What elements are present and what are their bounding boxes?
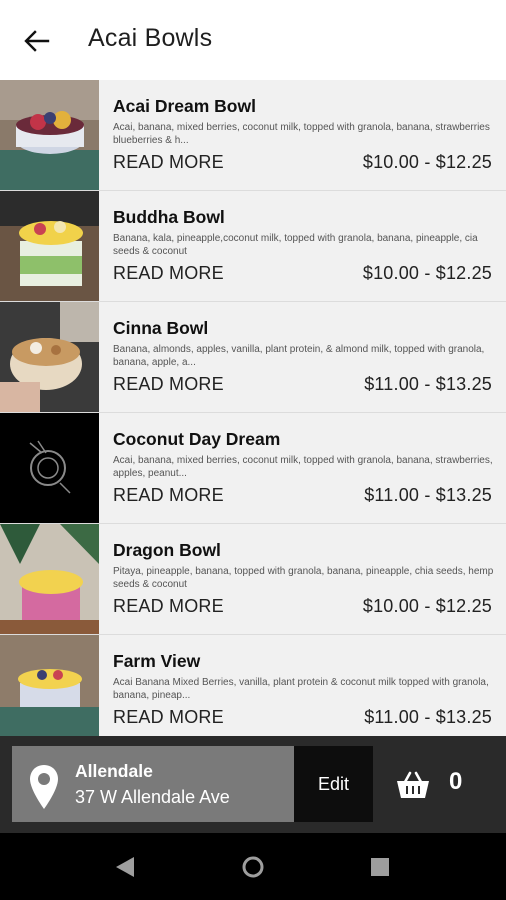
product-description: Acai, banana, mixed berries, coconut mil… (113, 455, 493, 479)
location-pin-icon (30, 765, 58, 809)
read-more-link[interactable]: READ MORE (113, 485, 224, 506)
product-name: Acai Dream Bowl (113, 96, 256, 116)
page-title: Acai Bowls (88, 24, 213, 52)
product-description: Acai, banana, mixed berries, coconut mil… (113, 122, 490, 146)
basket-icon (397, 771, 429, 798)
cart-count: 0 (449, 768, 463, 795)
product-price: $10.00 - $12.25 (362, 152, 492, 172)
product-description: Banana, almonds, apples, vanilla, plant … (113, 344, 485, 368)
product-price: $10.00 - $12.25 (362, 263, 492, 283)
product-price: $11.00 - $13.25 (364, 707, 492, 727)
product-name: Dragon Bowl (113, 540, 221, 560)
system-nav-bar (0, 833, 506, 900)
read-more-link[interactable]: READ MORE (113, 596, 224, 617)
product-image (0, 80, 99, 190)
product-description: Banana, kala, pineapple,coconut milk, to… (113, 233, 478, 257)
list-item[interactable]: Cinna Bowl Banana, almonds, apples, vani… (0, 302, 506, 412)
location-card[interactable]: Allendale 37 W Allendale Ave (12, 746, 294, 822)
product-image (0, 635, 99, 736)
nav-home-icon (242, 856, 264, 878)
nav-back-button[interactable] (111, 853, 139, 881)
location-name: Allendale (75, 761, 153, 781)
product-name: Cinna Bowl (113, 318, 209, 338)
read-more-link[interactable]: READ MORE (113, 374, 224, 395)
arrow-left-icon (24, 30, 50, 52)
list-item[interactable]: Farm View Acai Banana Mixed Berries, van… (0, 635, 506, 736)
read-more-link[interactable]: READ MORE (113, 263, 224, 284)
edit-location-button[interactable]: Edit (294, 746, 373, 822)
product-price: $11.00 - $13.25 (364, 485, 492, 505)
nav-home-button[interactable] (239, 853, 267, 881)
list-item[interactable]: Coconut Day Dream Acai, banana, mixed be… (0, 413, 506, 523)
back-button[interactable] (18, 22, 56, 60)
location-address: 37 W Allendale Ave (75, 787, 230, 807)
product-description: Acai Banana Mixed Berries, vanilla, plan… (113, 677, 489, 701)
product-description: Pitaya, pineapple, banana, topped with g… (113, 566, 494, 590)
product-image (0, 302, 99, 412)
product-name: Buddha Bowl (113, 207, 225, 227)
read-more-link[interactable]: READ MORE (113, 152, 224, 173)
app-bar: Acai Bowls (0, 0, 506, 80)
product-list[interactable]: Acai Dream Bowl Acai, banana, mixed berr… (0, 80, 506, 736)
bottom-bar: Allendale 37 W Allendale Ave Edit 0 (0, 736, 506, 833)
product-price: $10.00 - $12.25 (362, 596, 492, 616)
list-item[interactable]: Buddha Bowl Banana, kala, pineapple,coco… (0, 191, 506, 301)
read-more-link[interactable]: READ MORE (113, 707, 224, 728)
nav-back-icon (116, 857, 134, 877)
product-image (0, 524, 99, 634)
nav-recents-button[interactable] (366, 853, 394, 881)
product-name: Farm View (113, 651, 201, 671)
product-name: Coconut Day Dream (113, 429, 281, 449)
nav-recents-icon (371, 858, 389, 876)
product-image (0, 191, 99, 301)
list-item[interactable]: Dragon Bowl Pitaya, pineapple, banana, t… (0, 524, 506, 634)
cart-button[interactable]: 0 (395, 760, 495, 810)
product-price: $11.00 - $13.25 (364, 374, 492, 394)
list-item[interactable]: Acai Dream Bowl Acai, banana, mixed berr… (0, 80, 506, 190)
product-image (0, 413, 99, 523)
